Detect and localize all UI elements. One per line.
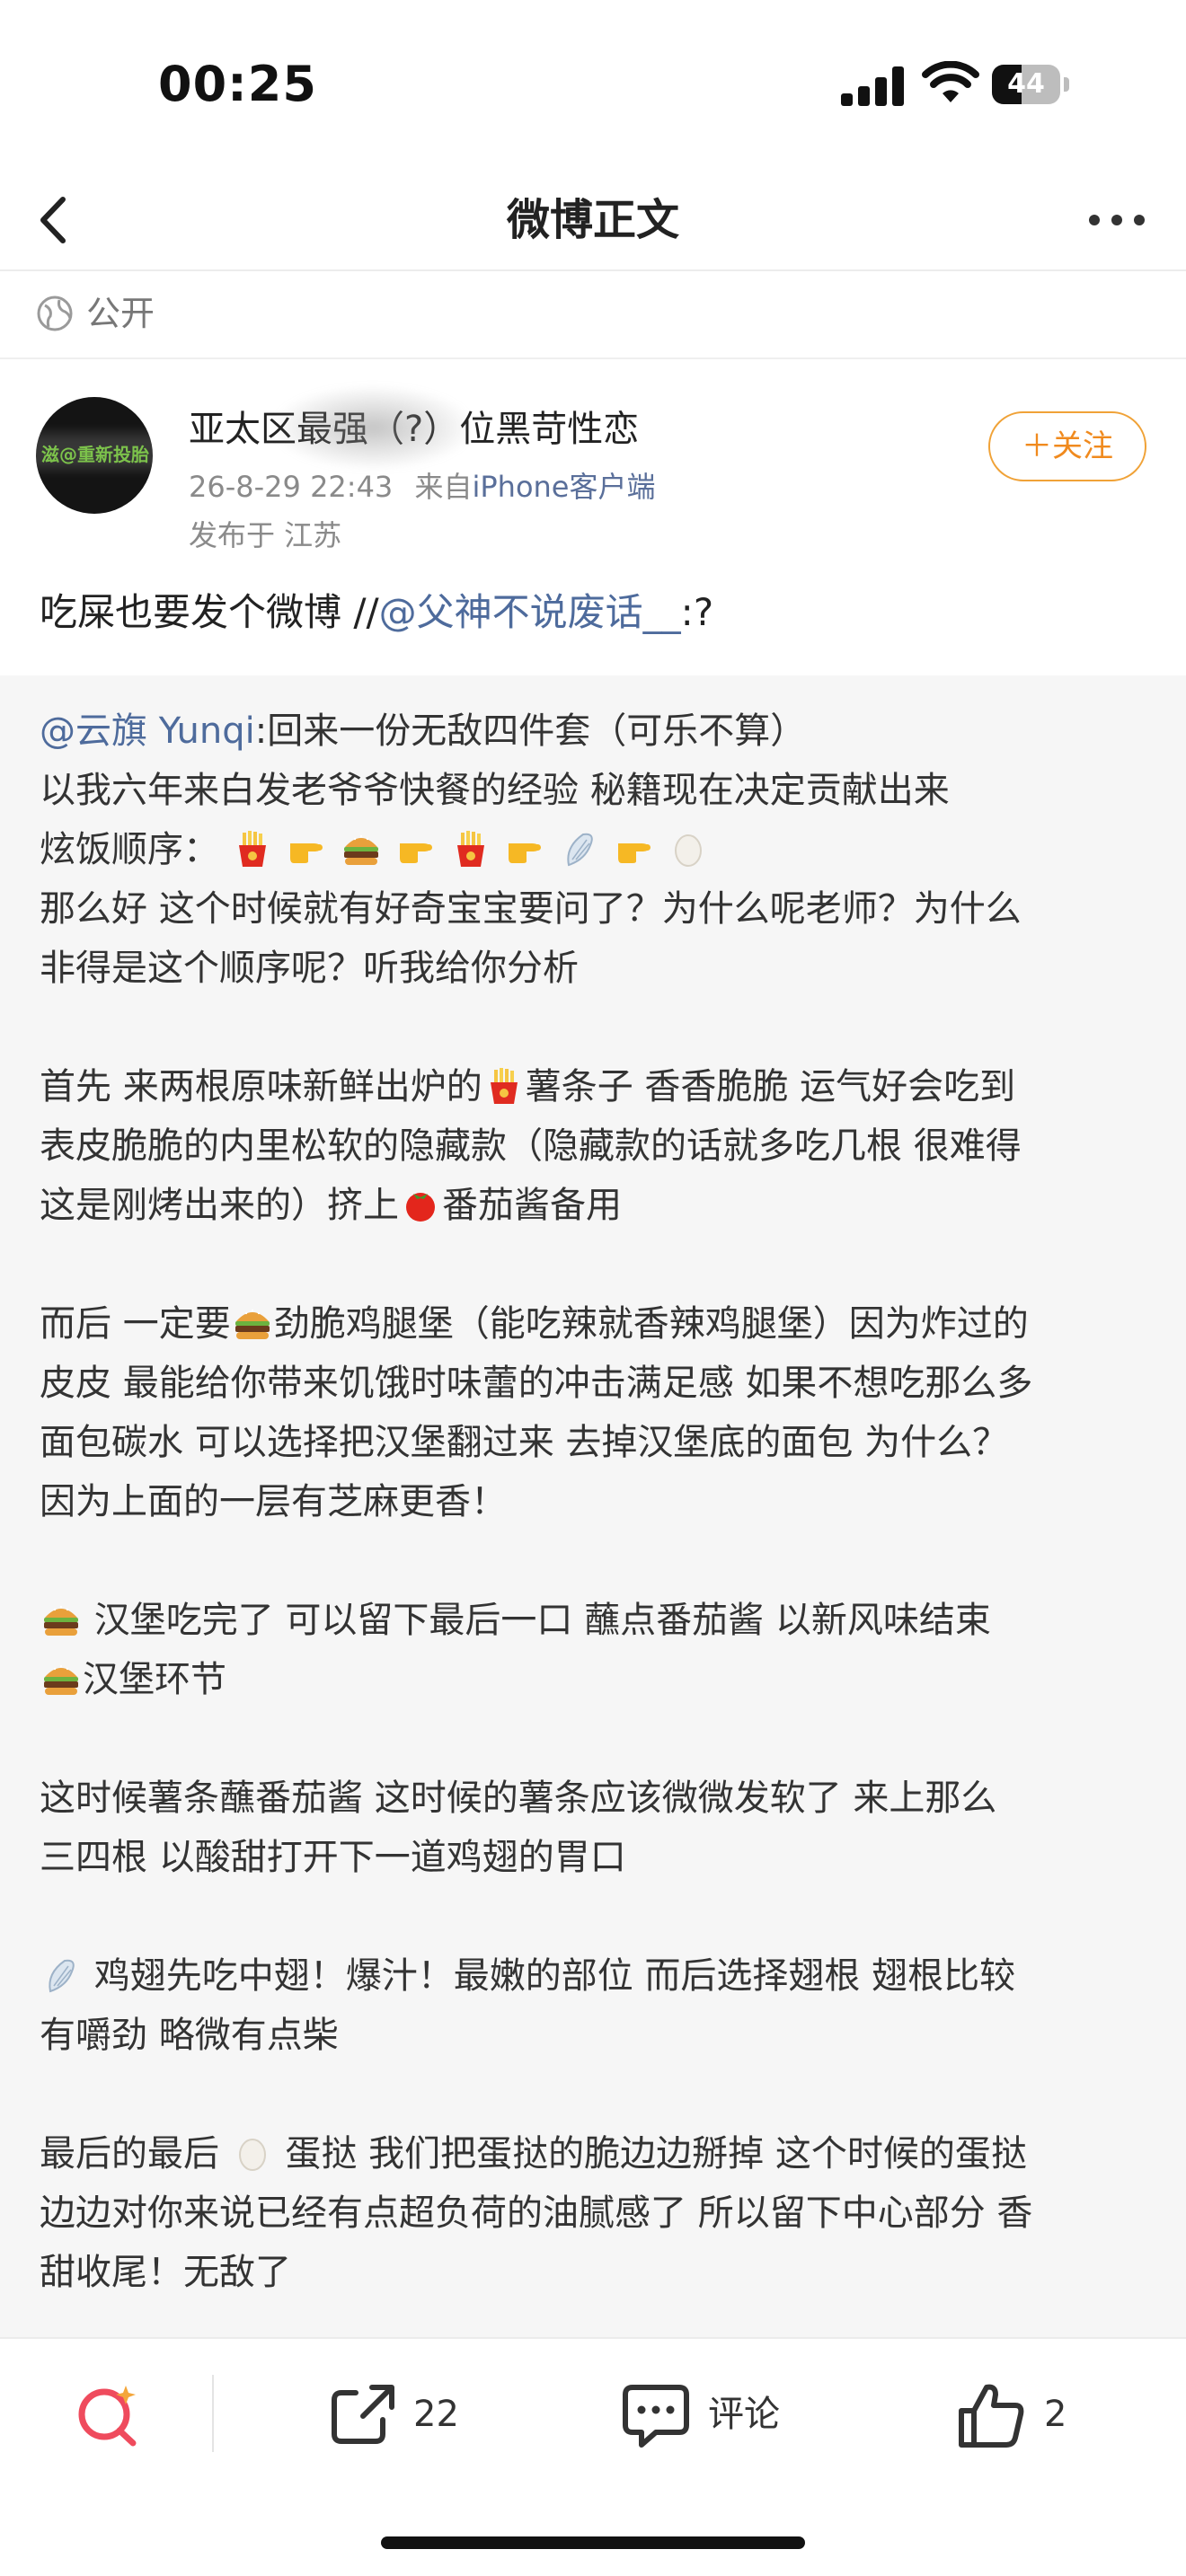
burger-icon xyxy=(341,829,381,869)
retweet-line: 三四根 以酸甜打开下一道鸡翅的胃口 xyxy=(40,1837,626,1878)
fries-icon xyxy=(233,829,272,869)
retweet-line: 以我六年来白发老爷爷快餐的经验 秘籍现在决定贡献出来 xyxy=(40,770,950,811)
page-title: 微博正文 xyxy=(506,195,679,245)
comment-button[interactable]: 评论 xyxy=(620,2378,800,2450)
bottom-toolbar: 22 评论 2 xyxy=(0,2337,1186,2492)
retweet-block[interactable]: @云旗 Yunqi:回来一份无敌四件套（可乐不算） 以我六年来白发老爷爷快餐的经… xyxy=(0,675,1186,2337)
retweet-line: 非得是这个顺序呢？听我给你分析 xyxy=(40,948,579,989)
retweet-author-mention[interactable]: @云旗 Yunqi xyxy=(40,710,255,752)
retweet-text: 蛋挞 我们把蛋挞的脆边边掰掉 这个时候的蛋挞 xyxy=(273,2133,1027,2175)
avatar-text: 滋@重新投胎 xyxy=(41,444,149,465)
retweet-line: 汉堡吃完了 可以留下最后一口 蘸点番茄酱 以新风味结束 xyxy=(40,1593,991,1647)
cellular-signal-icon xyxy=(841,66,904,106)
search-discover-icon[interactable] xyxy=(70,2378,146,2450)
retweet-line: 有嚼劲 略微有点柴 xyxy=(40,2015,339,2056)
status-time: 00:25 xyxy=(158,56,317,112)
globe-icon xyxy=(37,296,73,331)
battery-icon: 44 xyxy=(992,65,1069,104)
author-header: 滋@重新投胎 亚太区最强（?）位黑苛性恋 26-8-29 22:43 来自iPh… xyxy=(0,359,1186,557)
egg-tart-icon xyxy=(668,829,708,869)
toolbar-divider xyxy=(212,2375,214,2452)
post-meta: 26-8-29 22:43 来自iPhone客户端 xyxy=(189,467,656,507)
like-count: 2 xyxy=(1044,2394,1067,2435)
retweet-text: 这是刚烤出来的）挤上 xyxy=(40,1185,399,1226)
source-prefix: 来自 xyxy=(414,470,473,504)
comment-label: 评论 xyxy=(708,2394,780,2435)
home-indicator[interactable] xyxy=(381,2536,805,2549)
retweet-line: 这时候薯条蘸番茄酱 这时候的薯条应该微微发软了 来上那么 xyxy=(40,1778,997,1819)
retweet-line: 而后 一定要 劲脆鸡腿堡（能吃辣就香辣鸡腿堡）因为炸过的 xyxy=(40,1297,1029,1351)
retweet-text: 鸡翅先吃中翅！爆汁！最嫩的部位 而后选择翅根 翅根比较 xyxy=(83,1955,1016,1997)
retweet-line: 边边对你来说已经有点超负荷的油腻感了 所以留下中心部分 香 xyxy=(40,2192,1033,2234)
repost-button[interactable]: 22 xyxy=(329,2378,473,2450)
retweet-text: 劲脆鸡腿堡（能吃辣就香辣鸡腿堡）因为炸过的 xyxy=(273,1303,1029,1345)
post-mention-link[interactable]: @父神不说废话__ xyxy=(379,590,681,634)
fries-icon xyxy=(484,1066,524,1106)
burger-icon xyxy=(41,1659,81,1698)
retweet-line: 那么好 这个时候就有好奇宝宝要问了？为什么呢老师？为什么 xyxy=(40,888,1022,930)
chicken-wing-icon xyxy=(560,829,599,869)
post-location: 发布于 江苏 xyxy=(189,518,342,552)
retweet-text: 而后 一定要 xyxy=(40,1303,231,1345)
post-text-prefix: 吃屎也要发个微博 // xyxy=(40,590,379,634)
retweet-line: 最后的最后 蛋挞 我们把蛋挞的脆边边掰掉 这个时候的蛋挞 xyxy=(40,2127,1027,2181)
burger-icon xyxy=(233,1303,272,1343)
more-options-icon[interactable] xyxy=(1085,198,1148,243)
pointing-right-icon xyxy=(505,829,544,869)
retweet-text: 首先 来两根原味新鲜出炉的 xyxy=(40,1066,482,1107)
repost-count: 22 xyxy=(413,2394,459,2435)
post-timestamp: 26-8-29 22:43 xyxy=(189,470,394,504)
post-text-suffix: :? xyxy=(680,590,714,634)
nav-bar: 微博正文 xyxy=(0,171,1186,271)
retweet-line: 鸡翅先吃中翅！爆汁！最嫩的部位 而后选择翅根 翅根比较 xyxy=(40,1949,1015,2003)
battery-level: 44 xyxy=(1007,68,1045,100)
burger-icon xyxy=(41,1600,81,1639)
pointing-right-icon xyxy=(615,829,654,869)
retweet-line: 这是刚烤出来的）挤上 番茄酱备用 xyxy=(40,1178,622,1232)
retweet-line: 皮皮 最能给你带来饥饿时味蕾的冲击满足感 如果不想吃那么多 xyxy=(40,1363,1033,1404)
visibility-row: 公开 xyxy=(0,271,1186,359)
retweet-line: 炫饭顺序： xyxy=(40,823,710,877)
wifi-icon xyxy=(922,61,979,102)
retweet-text: 薯条子 香香脆脆 运气好会吃到 xyxy=(525,1066,1016,1107)
retweet-text: 汉堡环节 xyxy=(83,1659,226,1700)
post-source[interactable]: iPhone客户端 xyxy=(472,470,655,504)
visibility-label: 公开 xyxy=(86,294,155,333)
pointing-right-icon xyxy=(287,829,326,869)
retweet-line: 表皮脆脆的内里松软的隐藏款（隐藏款的话就多吃几根 很难得 xyxy=(40,1125,1022,1167)
like-button[interactable]: 2 xyxy=(956,2378,1091,2450)
retweet-line: 面包碳水 可以选择把汉堡翻过来 去掉汉堡底的面包 为什么？ xyxy=(40,1422,1009,1463)
thumbs-up-icon xyxy=(959,2384,1024,2448)
retweet-line: 首先 来两根原味新鲜出炉的 薯条子 香香脆脆 运气好会吃到 xyxy=(40,1060,1015,1114)
avatar[interactable]: 滋@重新投胎 xyxy=(36,397,153,514)
retweet-text: 汉堡吃完了 可以留下最后一口 蘸点番茄酱 以新风味结束 xyxy=(83,1600,991,1641)
retweet-text: :回来一份无敌四件套（可乐不算） xyxy=(254,710,807,752)
status-bar: 00:25 44 xyxy=(0,0,1186,171)
retweet-text: 炫饭顺序： xyxy=(40,829,219,870)
chicken-wing-icon xyxy=(41,1955,81,1995)
retweet-text: 最后的最后 xyxy=(40,2133,231,2175)
retweet-line: 因为上面的一层有芝麻更香！ xyxy=(40,1481,507,1522)
share-icon xyxy=(332,2385,394,2444)
retweet-line: 汉堡环节 xyxy=(40,1653,226,1707)
comment-icon xyxy=(623,2385,689,2448)
username-blur-overlay xyxy=(270,384,476,471)
retweet-text: 番茄酱备用 xyxy=(442,1185,622,1226)
follow-button[interactable]: ＋关注 xyxy=(988,411,1146,481)
tomato-icon xyxy=(401,1185,440,1224)
post-text: 吃屎也要发个微博 //@父神不说废话__:? xyxy=(40,586,713,640)
pointing-right-icon xyxy=(396,829,436,869)
retweet-line: 甜收尾！无敌了 xyxy=(40,2252,291,2293)
retweet-line: @云旗 Yunqi:回来一份无敌四件套（可乐不算） xyxy=(40,704,806,758)
fries-icon xyxy=(451,829,491,869)
egg-tart-icon xyxy=(233,2133,272,2173)
